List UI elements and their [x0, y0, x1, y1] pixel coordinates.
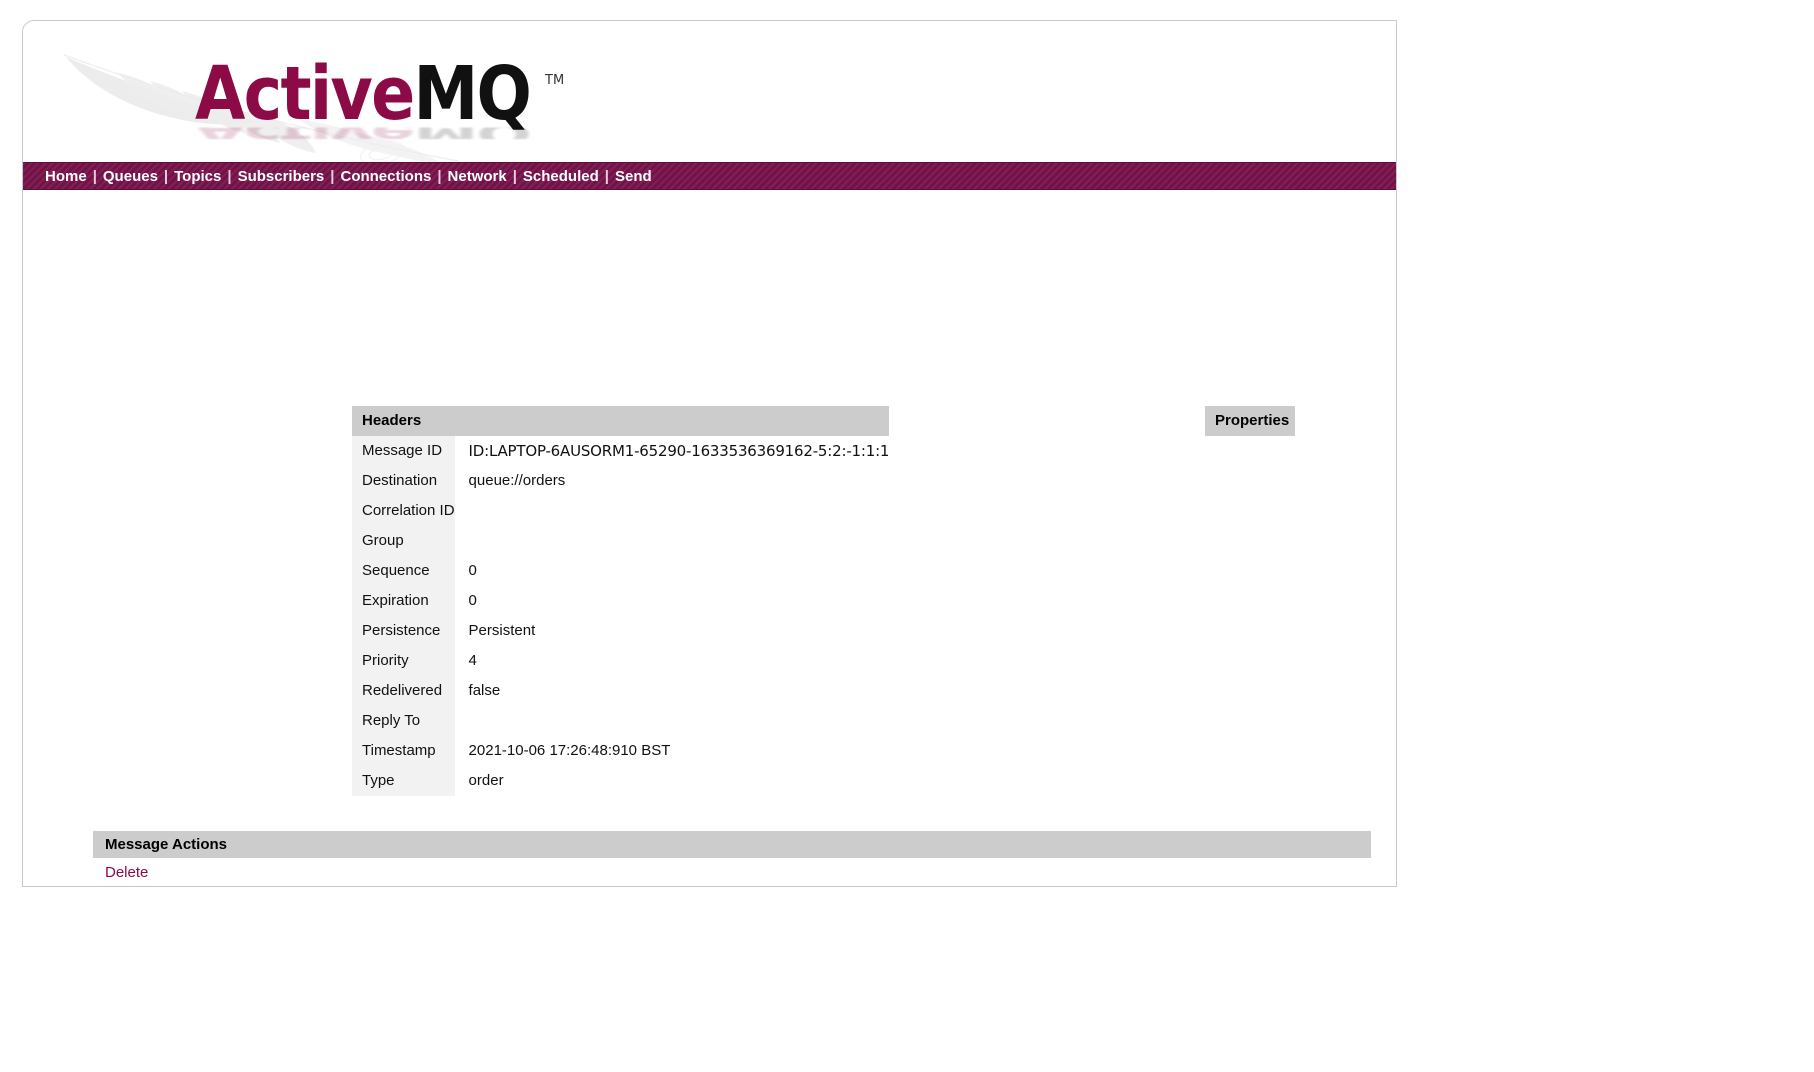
delete-cell[interactable]: Delete [93, 858, 370, 886]
nav-separator: | [604, 167, 609, 185]
table-row: Type order [352, 766, 890, 796]
header-label-group: Group [352, 526, 455, 556]
table-row: Destination queue://orders [352, 466, 890, 496]
header-label-type: Type [352, 766, 455, 796]
message-actions-section: Message Actions Delete Copy -- Please se… [93, 831, 1371, 886]
header-label-message-id: Message ID [352, 436, 455, 466]
table-row: Correlation ID [352, 496, 890, 526]
page-content: Headers Message ID ID:LAPTOP-6AUSORM1-65… [23, 190, 1396, 886]
delete-message-link[interactable]: Delete [105, 864, 148, 881]
header-value-sequence: 0 [454, 556, 890, 586]
headers-caption: Headers [352, 406, 890, 436]
page-frame: ActiveMQ TM ActiveMQ Home | Queues | Top… [22, 20, 1397, 887]
header-label-redelivered: Redelivered [352, 676, 455, 706]
table-row: Priority 4 [352, 646, 890, 676]
header-value-message-id: ID:LAPTOP-6AUSORM1-65290-1633536369162-5… [454, 436, 889, 466]
header-value-correlation-id [454, 496, 890, 526]
header-value-expiration: 0 [454, 586, 890, 616]
logo-reflection: ActiveMQ [195, 127, 530, 139]
logo-text-mq: MQ [413, 51, 532, 137]
header-label-sequence: Sequence [352, 556, 455, 586]
nav-item-home[interactable]: Home [45, 168, 87, 185]
table-row: Timestamp 2021-10-06 17:26:48:910 BST [352, 736, 890, 766]
nav-separator: | [227, 167, 232, 185]
table-row: Redelivered false [352, 676, 890, 706]
table-row: Message ID ID:LAPTOP-6AUSORM1-65290-1633… [352, 436, 889, 466]
header-value-persistence: Persistent [454, 616, 890, 646]
nav-item-scheduled[interactable]: Scheduled [523, 168, 599, 185]
delete-right-cell [370, 858, 1371, 886]
header-label-timestamp: Timestamp [352, 736, 455, 766]
header-label-priority: Priority [352, 646, 455, 676]
nav-item-connections[interactable]: Connections [340, 168, 431, 185]
header-label-persistence: Persistence [352, 616, 455, 646]
table-row: Group [352, 526, 890, 556]
properties-caption: Properties [1205, 406, 1295, 436]
header-value-reply-to [454, 706, 890, 736]
table-row: Delete [93, 858, 1371, 886]
logo-text-active: Active [195, 51, 415, 137]
table-row: Expiration 0 [352, 586, 890, 616]
header-value-timestamp: 2021-10-06 17:26:48:910 BST [454, 736, 890, 766]
properties-caption-row: Properties [1205, 406, 1295, 436]
table-row: Sequence 0 [352, 556, 890, 586]
nav-separator: | [512, 167, 517, 185]
nav-item-network[interactable]: Network [448, 168, 507, 185]
main-navigation[interactable]: Home | Queues | Topics | Subscribers | C… [23, 162, 1396, 190]
nav-item-send[interactable]: Send [615, 168, 652, 185]
header-value-priority: 4 [454, 646, 890, 676]
table-row: Persistence Persistent [352, 616, 890, 646]
nav-item-subscribers[interactable]: Subscribers [238, 168, 325, 185]
headers-table: Headers Message ID ID:LAPTOP-6AUSORM1-65… [352, 406, 889, 796]
header-value-destination: queue://orders [454, 466, 890, 496]
header-label-expiration: Expiration [352, 586, 455, 616]
table-row: Reply To [352, 706, 890, 736]
site-banner: ActiveMQ TM ActiveMQ [23, 21, 1396, 162]
header-label-correlation-id: Correlation ID [352, 496, 455, 526]
properties-table: Properties [1205, 406, 1295, 436]
headers-caption-row: Headers [352, 406, 890, 436]
nav-separator: | [92, 167, 97, 185]
header-label-reply-to: Reply To [352, 706, 455, 736]
nav-item-topics[interactable]: Topics [174, 168, 221, 185]
header-label-destination: Destination [352, 466, 455, 496]
nav-separator: | [437, 167, 442, 185]
header-value-type: order [454, 766, 890, 796]
header-value-group [454, 526, 890, 556]
header-value-redelivered: false [454, 676, 890, 706]
nav-separator: | [163, 167, 169, 185]
nav-separator: | [330, 167, 335, 185]
trademark-symbol: TM [545, 73, 565, 88]
message-actions-table: Delete Copy -- Please select -- [93, 858, 1371, 886]
message-actions-caption: Message Actions [93, 831, 1371, 858]
nav-item-queues[interactable]: Queues [103, 168, 158, 185]
